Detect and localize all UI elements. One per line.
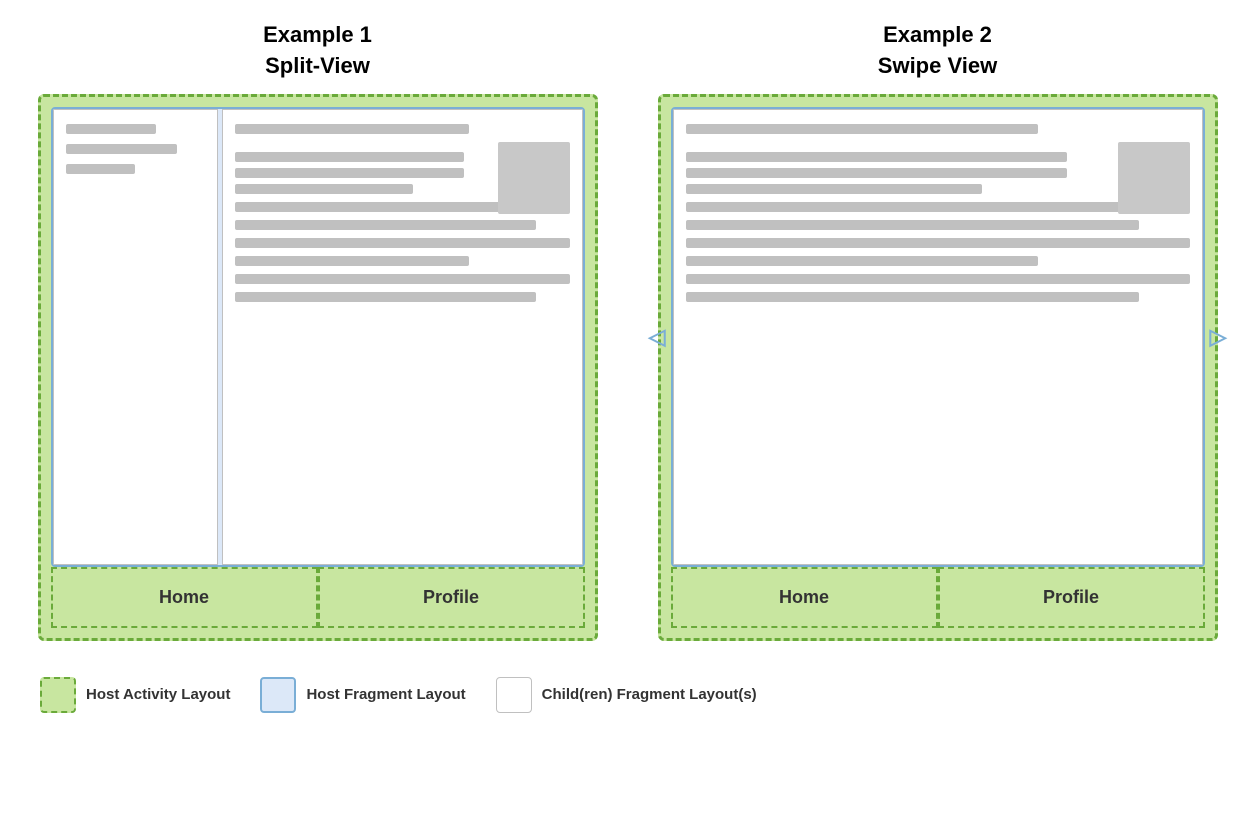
example1-host-activity: Home Profile (38, 94, 598, 641)
example1-nav-bar: Home Profile (51, 567, 585, 628)
legend-row: Host Activity Layout Host Fragment Layou… (30, 677, 1225, 713)
swipe-text-bar-5 (686, 220, 1140, 230)
swipe-text-column (686, 142, 1190, 194)
swipe-text-bar-3 (686, 184, 983, 194)
sidebar-bar-3 (66, 164, 136, 174)
swipe-text-bar-1 (686, 152, 1068, 162)
example2-host-fragment (671, 107, 1205, 567)
example1-block: Example 1 Split-View (38, 20, 598, 641)
text-bar-8 (235, 274, 570, 284)
swipe-text-bar-8 (686, 274, 1190, 284)
swipe-content-panel (673, 109, 1203, 565)
swipe-wrapper: ◁ (671, 107, 1205, 567)
example2-nav-profile[interactable]: Profile (938, 567, 1205, 628)
legend-item-1: Host Activity Layout (40, 677, 230, 713)
legend-item-2: Host Fragment Layout (260, 677, 465, 713)
sidebar-bar-2 (66, 144, 177, 154)
swipe-content-with-image (686, 142, 1190, 194)
example1-nav-profile[interactable]: Profile (318, 567, 585, 628)
example2-host-activity: ◁ (658, 94, 1218, 641)
swipe-image-placeholder (1118, 142, 1190, 214)
sidebar-bar-1 (66, 124, 156, 134)
example1-nav-home[interactable]: Home (51, 567, 318, 628)
example2-nav-home[interactable]: Home (671, 567, 938, 628)
swipe-right-arrow[interactable]: ▷ (1210, 324, 1227, 350)
text-bar-5 (235, 220, 537, 230)
legend-label-3: Child(ren) Fragment Layout(s) (542, 686, 757, 703)
text-bar-2 (235, 168, 465, 178)
text-bar-6 (235, 238, 570, 248)
example2-nav-bar: Home Profile (671, 567, 1205, 628)
legend-swatch-blue (260, 677, 296, 713)
example2-title: Example 2 Swipe View (878, 20, 997, 82)
swipe-left-arrow[interactable]: ◁ (649, 324, 666, 350)
swipe-title-bar (686, 124, 1039, 134)
split-right-panel (222, 109, 583, 565)
content-with-image (235, 142, 570, 194)
content-title-bar (235, 124, 470, 134)
example2-block: Example 2 Swipe View ◁ (658, 20, 1218, 641)
legend-label-1: Host Activity Layout (86, 686, 230, 703)
legend-swatch-green (40, 677, 76, 713)
legend-label-2: Host Fragment Layout (306, 686, 465, 703)
swipe-text-bar-9 (686, 292, 1140, 302)
swipe-text-bar-2 (686, 168, 1068, 178)
legend-swatch-white (496, 677, 532, 713)
split-left-panel (53, 109, 218, 565)
text-bar-9 (235, 292, 537, 302)
legend-item-3: Child(ren) Fragment Layout(s) (496, 677, 757, 713)
text-bar-3 (235, 184, 414, 194)
swipe-text-bar-7 (686, 256, 1039, 266)
text-bar-7 (235, 256, 470, 266)
text-bar-1 (235, 152, 465, 162)
example1-title: Example 1 Split-View (263, 20, 372, 82)
swipe-text-bar-4 (686, 202, 1190, 212)
image-placeholder (498, 142, 570, 214)
example1-host-fragment (51, 107, 585, 567)
swipe-text-bar-6 (686, 238, 1190, 248)
